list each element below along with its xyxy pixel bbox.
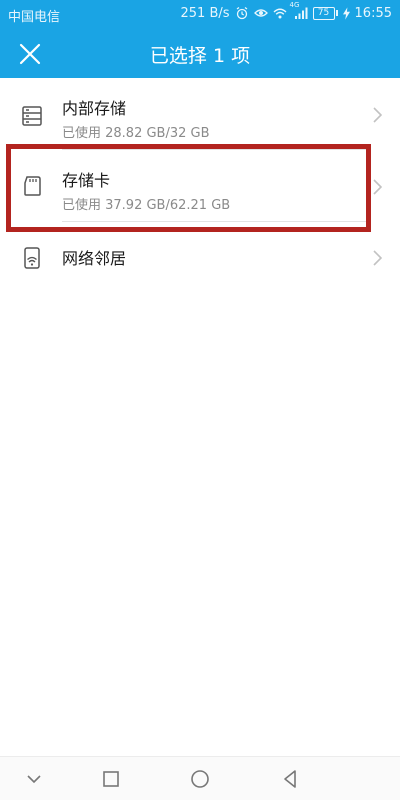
circle-icon[interactable]	[188, 767, 212, 791]
storage-usage-text: 已使用 37.92 GB/62.21 GB	[62, 198, 231, 213]
storage-item-label: 网络邻居	[62, 249, 127, 268]
battery-icon	[335, 10, 338, 16]
sd-card-icon	[24, 176, 41, 196]
system-nav-bar	[0, 756, 400, 800]
network-speed: 251 B/s	[180, 5, 230, 21]
storage-item-label: 内部存储	[62, 99, 127, 118]
storage-item-network[interactable]: 网络邻居	[0, 222, 400, 294]
triangle-back-icon[interactable]	[278, 767, 302, 791]
storage-item-internal[interactable]: 内部存储 已使用 28.82 GB/32 GB	[0, 78, 400, 150]
status-bar: 中国电信 251 B/s 4G 75 16:55	[0, 0, 400, 26]
page-title: 已选择 1 项	[149, 45, 251, 67]
signal-icon	[294, 7, 308, 19]
square-icon[interactable]	[99, 767, 123, 791]
storage-item-label: 存储卡	[62, 171, 111, 190]
wifi-icon	[273, 8, 287, 19]
network-device-icon	[24, 247, 40, 269]
chevron-down-icon[interactable]	[22, 767, 46, 791]
server-storage-icon	[22, 106, 42, 126]
storage-list: 内部存储 已使用 28.82 GB/32 GB 存储卡 已使用 37.92 GB…	[0, 78, 400, 294]
status-icons: 251 B/s 4G 75 16:55	[180, 1, 393, 21]
clock: 16:55	[354, 5, 392, 21]
carrier-name: 中国电信	[8, 10, 61, 25]
app-header: 中国电信 251 B/s 4G 75 16:55 已选择 1 项	[0, 0, 400, 78]
charging-icon	[342, 6, 350, 20]
alarm-icon	[236, 6, 247, 20]
battery-level: 75	[312, 6, 335, 20]
chevron-right-icon	[373, 107, 383, 123]
cellular-signal: 4G	[290, 1, 308, 20]
chevron-right-icon	[373, 250, 383, 266]
chevron-right-icon	[373, 179, 383, 195]
eye-icon	[253, 9, 268, 17]
storage-usage-text: 已使用 28.82 GB/32 GB	[62, 126, 210, 141]
storage-item-sd-card[interactable]: 存储卡 已使用 37.92 GB/62.21 GB	[0, 150, 400, 222]
